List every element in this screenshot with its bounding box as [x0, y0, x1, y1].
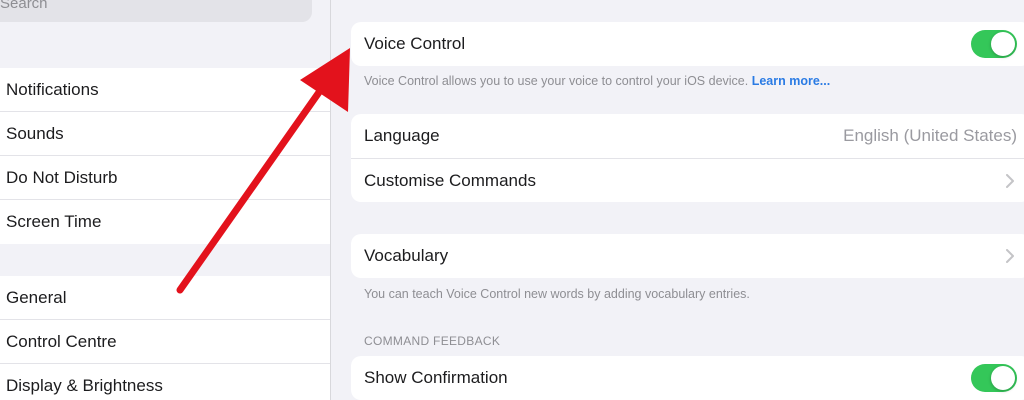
command-feedback-header: COMMAND FEEDBACK [364, 334, 501, 348]
chevron-right-icon [1003, 249, 1017, 263]
show-confirmation-label: Show Confirmation [364, 368, 508, 387]
voice-control-label: Voice Control [364, 34, 466, 53]
toggle-knob [991, 366, 1015, 390]
sidebar-item-notifications[interactable]: Notifications [0, 68, 330, 112]
chevron-right-icon [1003, 173, 1017, 188]
sidebar-group-notifications: Notifications Sounds Do Not Disturb Scre… [0, 68, 330, 244]
vocabulary-card: Vocabulary [351, 234, 1024, 278]
learn-more-link[interactable]: Learn more... [752, 74, 831, 88]
sidebar-item-general[interactable]: General [0, 276, 330, 320]
vocabulary-description: You can teach Voice Control new words by… [364, 287, 750, 301]
settings-sidebar: Search Notifications Sounds Do Not Distu… [0, 0, 331, 400]
voice-control-card: Voice Control [351, 22, 1024, 66]
command-feedback-card: Show Confirmation [351, 356, 1024, 400]
show-confirmation-row[interactable]: Show Confirmation [351, 356, 1024, 400]
search-placeholder: Search [0, 0, 48, 12]
sidebar-item-do-not-disturb[interactable]: Do Not Disturb [0, 156, 330, 200]
voice-control-row[interactable]: Voice Control [351, 22, 1024, 66]
voice-control-description-text: Voice Control allows you to use your voi… [364, 74, 749, 88]
voice-control-toggle[interactable] [971, 30, 1017, 58]
sidebar-item-control-centre[interactable]: Control Centre [0, 320, 330, 364]
language-label: Language [364, 126, 440, 145]
language-row[interactable]: Language English (United States) [351, 114, 1024, 158]
voice-control-panel: Voice Control Voice Control allows you t… [331, 0, 1024, 400]
sidebar-item-screen-time[interactable]: Screen Time [0, 200, 330, 244]
toggle-knob [991, 32, 1015, 56]
language-value: English (United States) [843, 126, 1017, 145]
customise-commands-label: Customise Commands [364, 170, 536, 190]
vocabulary-row[interactable]: Vocabulary [351, 234, 1024, 278]
settings-screen: Search Notifications Sounds Do Not Distu… [0, 0, 1024, 400]
search-field[interactable]: Search [0, 0, 312, 22]
customise-commands-row[interactable]: Customise Commands [351, 158, 1024, 202]
vocabulary-label: Vocabulary [364, 246, 449, 265]
sidebar-item-display-brightness[interactable]: Display & Brightness [0, 364, 330, 400]
show-confirmation-toggle[interactable] [971, 364, 1017, 392]
sidebar-group-general: General Control Centre Display & Brightn… [0, 276, 330, 400]
language-commands-card: Language English (United States) Customi… [351, 114, 1024, 202]
voice-control-description: Voice Control allows you to use your voi… [364, 74, 830, 88]
sidebar-item-sounds[interactable]: Sounds [0, 112, 330, 156]
